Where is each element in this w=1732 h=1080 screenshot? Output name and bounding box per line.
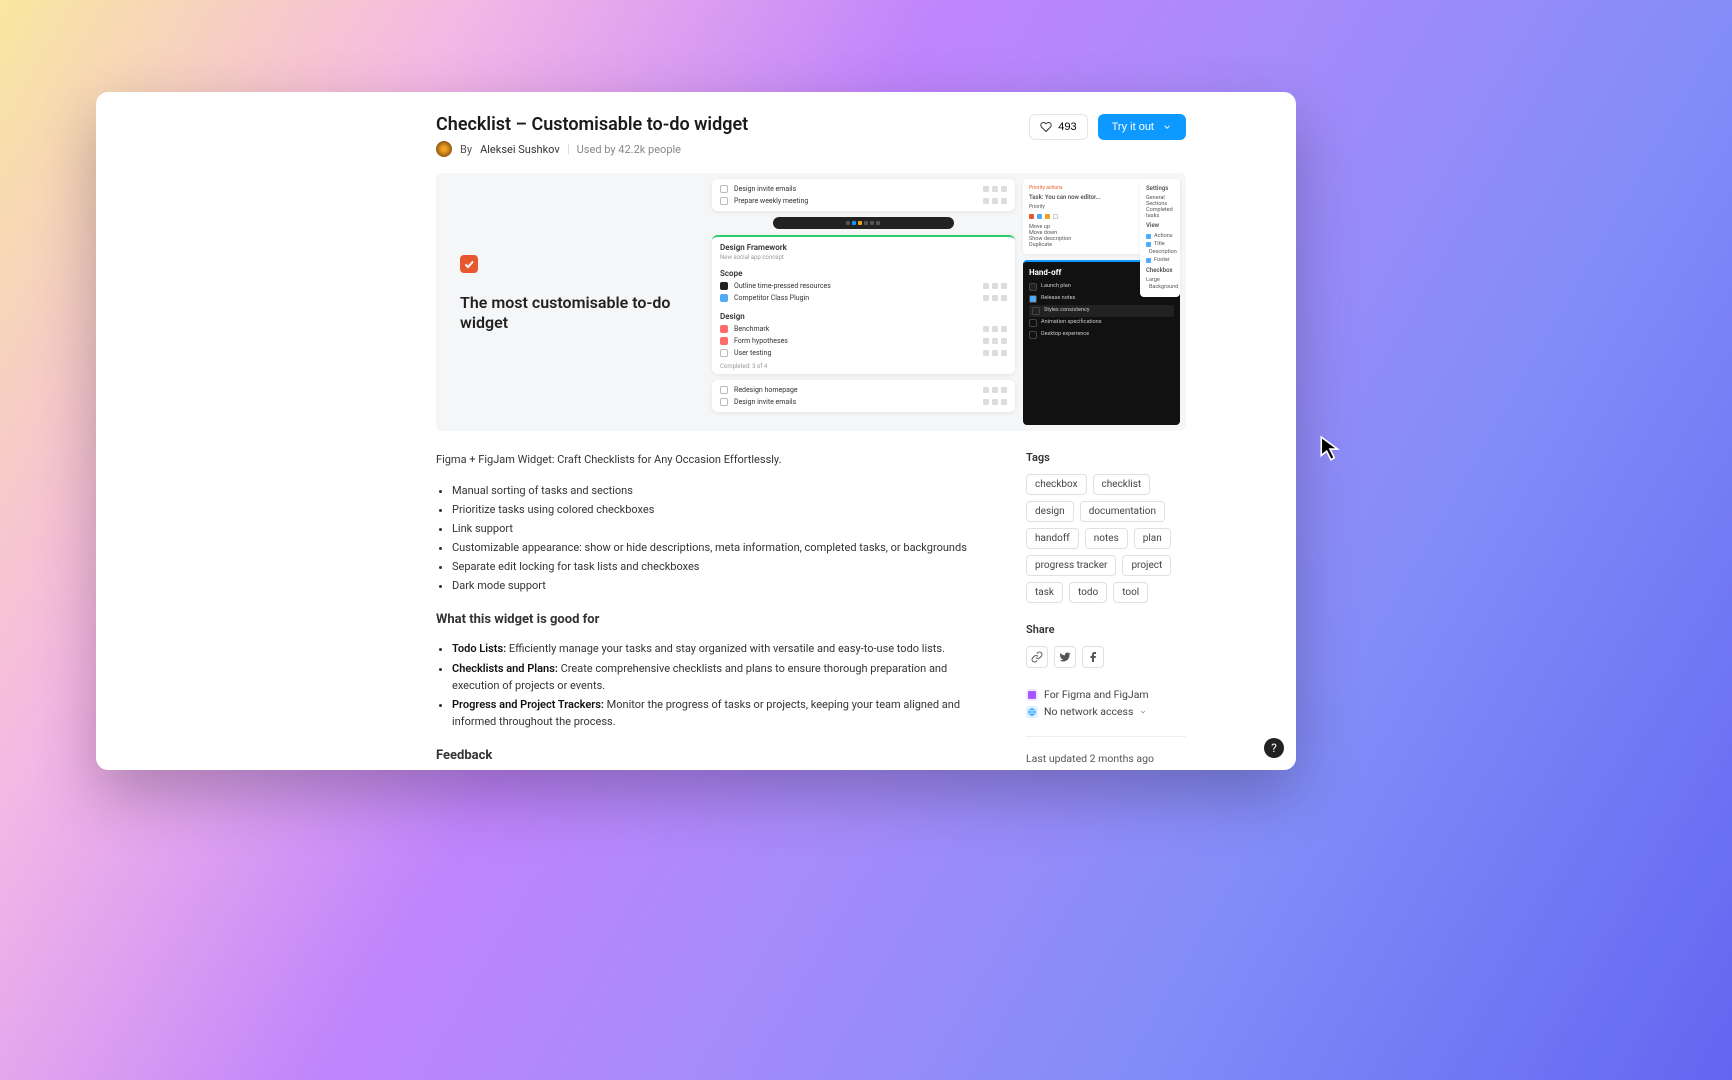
copy-link-button[interactable] — [1026, 646, 1048, 668]
content-row: Figma + FigJam Widget: Craft Checklists … — [436, 451, 1186, 770]
byline-divider — [568, 144, 569, 154]
good-for-list: Todo Lists: Efficiently manage your task… — [436, 640, 986, 729]
for-figma-row: For Figma and FigJam — [1026, 688, 1186, 701]
tag[interactable]: notes — [1085, 528, 1128, 549]
feature-item: Dark mode support — [452, 577, 986, 594]
feature-item: Separate edit locking for task lists and… — [452, 558, 986, 575]
like-button[interactable]: 493 — [1029, 114, 1087, 140]
good-for-heading: What this widget is good for — [436, 610, 986, 630]
help-button[interactable]: ? — [1264, 738, 1284, 758]
description-column: Figma + FigJam Widget: Craft Checklists … — [436, 451, 986, 770]
feature-item: Prioritize tasks using colored checkboxe… — [452, 501, 986, 518]
heart-icon — [1040, 121, 1052, 133]
twitter-share-button[interactable] — [1054, 646, 1076, 668]
feature-item: Link support — [452, 520, 986, 537]
feature-list: Manual sorting of tasks and sections Pri… — [436, 482, 986, 594]
feature-item: Customizable appearance: show or hide de… — [452, 539, 986, 556]
facebook-share-button[interactable] — [1082, 646, 1104, 668]
hero-framework-panel: Design Framework New social app concept … — [712, 235, 1015, 374]
last-updated: Last updated 2 months ago — [1026, 751, 1186, 768]
feature-item: Manual sorting of tasks and sections — [452, 482, 986, 499]
hero-bottom-panel: Redesign homepage Design invite emails — [712, 380, 1015, 412]
hero-preview: The most customisable to-do widget Desig… — [436, 173, 1186, 431]
plugin-detail-modal: Checklist – Customisable to-do widget By… — [96, 92, 1296, 770]
figjam-icon — [1026, 689, 1038, 701]
chevron-down-icon[interactable] — [1139, 708, 1147, 716]
tag[interactable]: checklist — [1093, 474, 1151, 495]
try-it-out-button[interactable]: Try it out — [1098, 114, 1186, 140]
by-prefix: By — [460, 143, 472, 156]
tag[interactable]: tool — [1113, 582, 1148, 603]
tag[interactable]: documentation — [1080, 501, 1165, 522]
modal-scroll[interactable]: Checklist – Customisable to-do widget By… — [96, 114, 1296, 770]
plugin-title: Checklist – Customisable to-do widget — [436, 114, 748, 135]
tag[interactable]: plan — [1134, 528, 1171, 549]
tag-list: checkbox checklist design documentation … — [1026, 474, 1186, 603]
support-label: Support: — [1026, 769, 1066, 770]
tag[interactable]: handoff — [1026, 528, 1079, 549]
good-for-item: Progress and Project Trackers: Monitor t… — [452, 696, 986, 730]
hero-toolbar — [773, 217, 955, 229]
globe-icon — [1026, 706, 1038, 718]
tag[interactable]: design — [1026, 501, 1074, 522]
like-count: 493 — [1058, 121, 1076, 133]
hero-top-panel: Design invite emails Prepare weekly meet… — [712, 179, 1015, 211]
tag[interactable]: progress tracker — [1026, 555, 1116, 576]
try-label: Try it out — [1112, 121, 1154, 133]
tags-heading: Tags — [1026, 451, 1186, 464]
feedback-heading: Feedback — [436, 746, 986, 766]
author-avatar[interactable] — [436, 141, 452, 157]
meta-block: Last updated 2 months ago Support: hello… — [1026, 736, 1186, 770]
intro-text: Figma + FigJam Widget: Craft Checklists … — [436, 451, 986, 468]
author-link[interactable]: Aleksei Sushkov — [480, 143, 560, 156]
header-row: Checklist – Customisable to-do widget By… — [436, 114, 1186, 157]
good-for-item: Checklists and Plans: Create comprehensi… — [452, 660, 986, 694]
tag[interactable]: todo — [1069, 582, 1107, 603]
good-for-item: Todo Lists: Efficiently manage your task… — [452, 640, 986, 657]
network-access-row: No network access — [1026, 705, 1186, 718]
usage-count: Used by 42.2k people — [577, 143, 681, 156]
tag[interactable]: project — [1122, 555, 1171, 576]
tag[interactable]: task — [1026, 582, 1063, 603]
tag[interactable]: checkbox — [1026, 474, 1087, 495]
hero-checkbox-icon — [460, 255, 478, 273]
sidebar-column: Tags checkbox checklist design documenta… — [1026, 451, 1186, 770]
share-heading: Share — [1026, 623, 1186, 636]
hero-tagline: The most customisable to-do widget — [460, 293, 682, 333]
cursor-icon — [1320, 436, 1342, 462]
chevron-down-icon — [1162, 122, 1172, 132]
byline: By Aleksei Sushkov Used by 42.2k people — [436, 141, 748, 157]
support-email-link[interactable]: hello@alexsushkov.com — [1068, 769, 1181, 770]
